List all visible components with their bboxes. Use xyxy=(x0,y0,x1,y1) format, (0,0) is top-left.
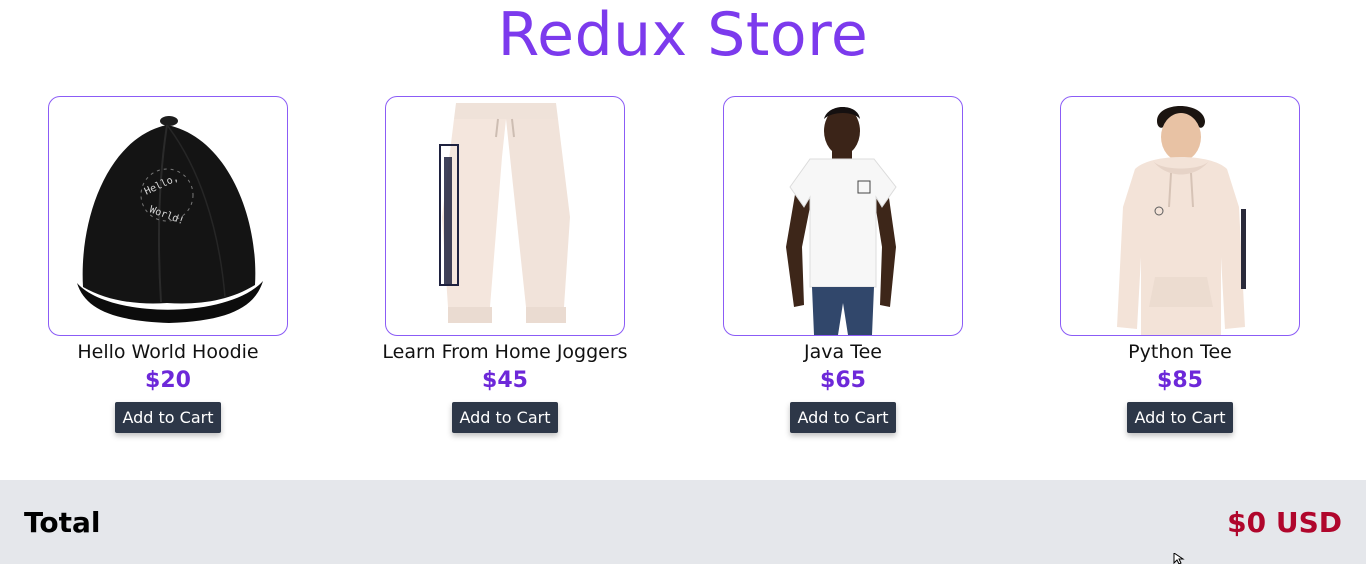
product-price: $85 xyxy=(1157,368,1203,393)
cream-joggers-image xyxy=(439,103,570,323)
product-name: Learn From Home Joggers xyxy=(382,341,628,363)
product-image-frame[interactable] xyxy=(385,96,625,336)
product-name: Hello World Hoodie xyxy=(77,341,259,363)
add-to-cart-button[interactable]: Add to Cart xyxy=(1127,402,1233,433)
product-card: Learn From Home Joggers $45 Add to Cart xyxy=(375,96,635,433)
product-price: $45 xyxy=(482,368,528,393)
product-card: Hello, World! Hello World Hoodie $20 Add… xyxy=(38,96,298,433)
store-title: Redux Store xyxy=(497,0,869,70)
add-to-cart-button[interactable]: Add to Cart xyxy=(452,402,558,433)
product-image-frame[interactable]: Hello, World! xyxy=(48,96,288,336)
product-image-frame[interactable] xyxy=(1060,96,1300,336)
add-to-cart-button[interactable]: Add to Cart xyxy=(115,402,221,433)
mouse-cursor-icon xyxy=(1173,553,1185,564)
product-name: Java Tee xyxy=(804,341,882,363)
total-label: Total xyxy=(24,506,101,539)
product-image-frame[interactable] xyxy=(723,96,963,336)
white-tee-model-image xyxy=(786,107,897,335)
cream-hoodie-model-image xyxy=(1117,106,1246,335)
product-name: Python Tee xyxy=(1128,341,1232,363)
total-value: $0 USD xyxy=(1227,506,1342,539)
product-grid: Hello, World! Hello World Hoodie $20 Add… xyxy=(0,96,1366,446)
add-to-cart-button[interactable]: Add to Cart xyxy=(790,402,896,433)
product-card: Python Tee $85 Add to Cart xyxy=(1050,96,1310,433)
black-cap-image: Hello, World! xyxy=(77,116,263,323)
product-card: Java Tee $65 Add to Cart xyxy=(713,96,973,433)
product-price: $20 xyxy=(145,368,191,393)
cart-total-bar: Total $0 USD xyxy=(0,480,1366,564)
product-price: $65 xyxy=(820,368,866,393)
